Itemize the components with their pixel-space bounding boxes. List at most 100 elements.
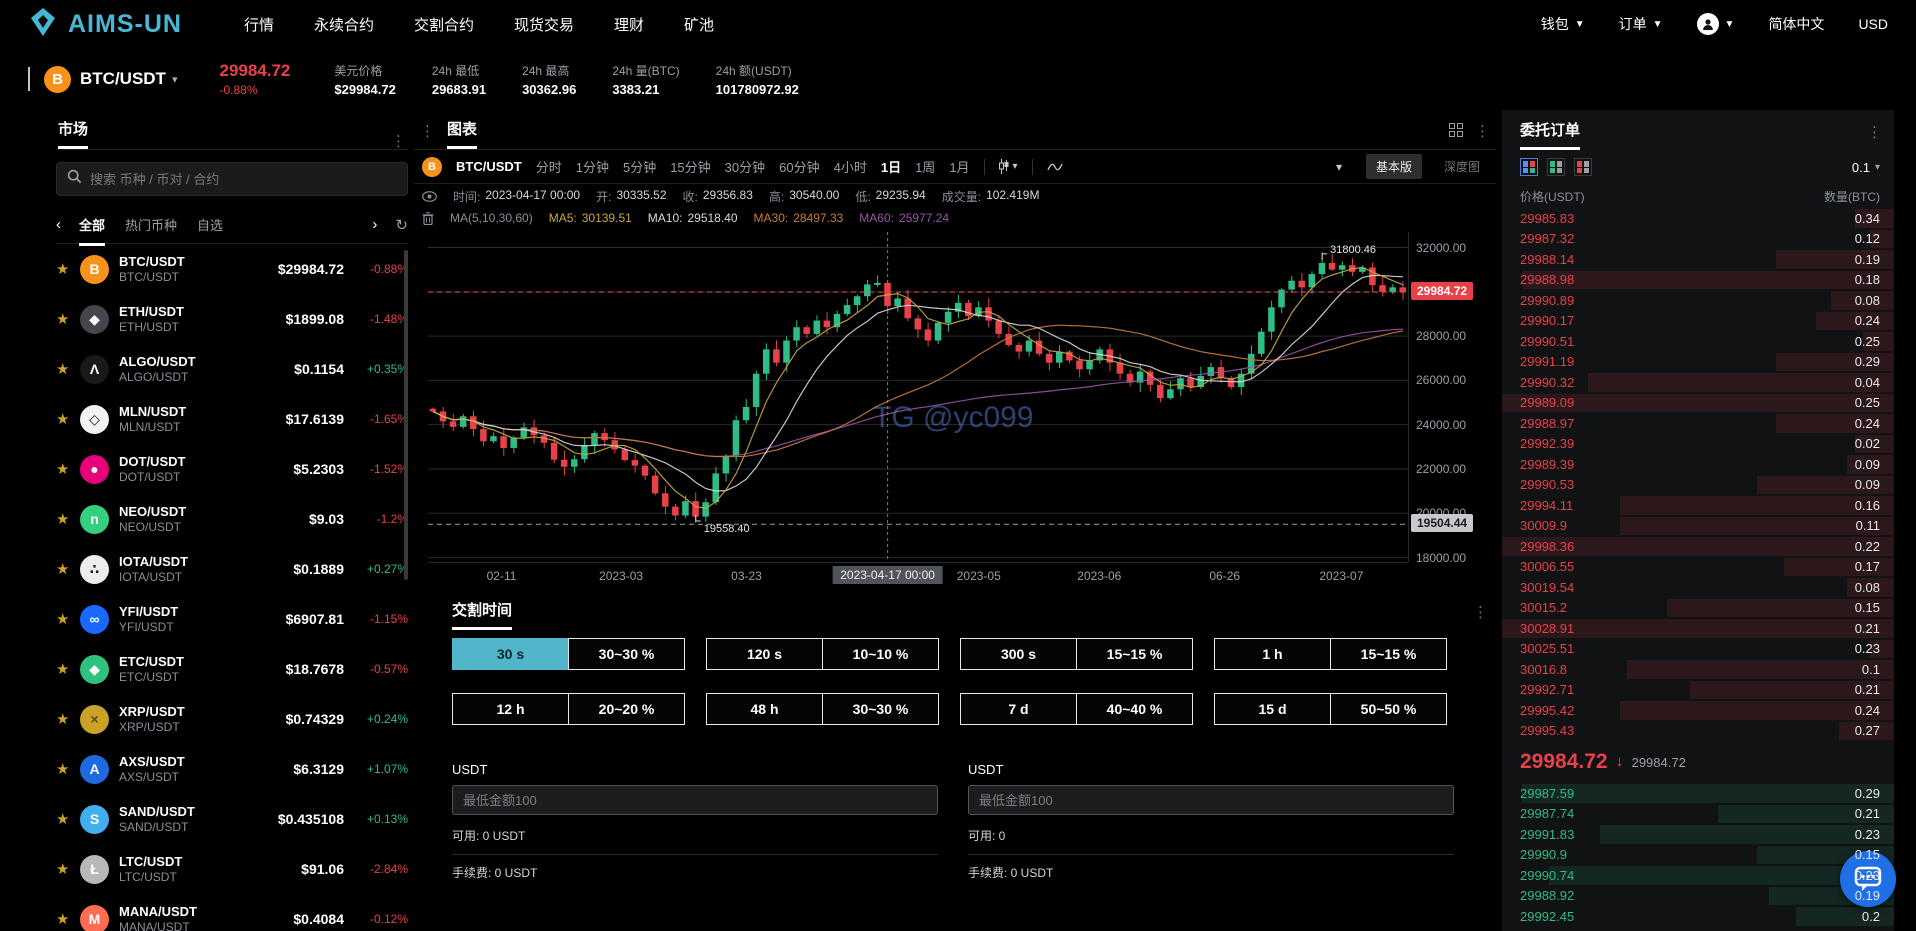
delivery-option[interactable]: 7 d40~40 % <box>960 693 1193 725</box>
orderbook-row[interactable]: 29988.920.19 <box>1502 886 1894 907</box>
chart-menu-icon[interactable]: ⋮ <box>1475 124 1490 149</box>
orderbook-row[interactable]: 29991.190.29 <box>1502 352 1894 373</box>
chart-drag-handle-icon[interactable]: ⋮ <box>420 124 435 149</box>
chart-plot-area[interactable]: TG @yc09931800.4619558.40 32000.0030000.… <box>414 232 1496 562</box>
timeframe-button[interactable]: 1月 <box>949 157 969 176</box>
favorite-star-icon[interactable]: ★ <box>56 260 80 278</box>
sidebar-tab[interactable]: 全部 <box>79 215 105 246</box>
orderbook-row[interactable]: 29987.740.21 <box>1502 804 1894 825</box>
search-input[interactable] <box>90 172 397 187</box>
orderbook-row[interactable]: 30015.20.15 <box>1502 598 1894 619</box>
orderbook-row[interactable]: 29987.320.12 <box>1502 229 1894 250</box>
chart-dropdown-icon[interactable]: ▾ <box>1336 160 1342 174</box>
orderbook-row[interactable]: 29994.110.16 <box>1502 495 1894 516</box>
basic-view-button[interactable]: 基本版 <box>1366 154 1422 179</box>
delivery-option[interactable]: 300 s15~15 % <box>960 638 1193 670</box>
market-row[interactable]: ★∴IOTA/USDTIOTA/USDT$0.1889+0.27% <box>56 544 408 594</box>
book-view-both-icon[interactable] <box>1520 158 1538 176</box>
delivery-pct-button[interactable]: 30~30 % <box>568 638 685 670</box>
amount-input[interactable] <box>979 793 1443 808</box>
nav-item[interactable]: 理财 <box>614 14 644 35</box>
orderbook-row[interactable]: 30025.510.23 <box>1502 639 1894 660</box>
favorite-star-icon[interactable]: ★ <box>56 460 80 478</box>
timeframe-button[interactable]: 1日 <box>881 157 901 176</box>
nav-item[interactable]: 矿池 <box>684 14 714 35</box>
language-selector[interactable]: 简体中文 <box>1768 14 1824 34</box>
market-row[interactable]: ★ΛALGO/USDTALGO/USDT$0.1154+0.35% <box>56 344 408 394</box>
delivery-option[interactable]: 12 h20~20 % <box>452 693 685 725</box>
orderbook-row[interactable]: 29990.90.15 <box>1502 845 1894 866</box>
favorite-star-icon[interactable]: ★ <box>56 860 80 878</box>
delivery-pct-button[interactable]: 15~15 % <box>1330 638 1447 670</box>
layout-grid-icon[interactable] <box>1449 123 1463 149</box>
orderbook-row[interactable]: 29988.980.18 <box>1502 270 1894 291</box>
delivery-pct-button[interactable]: 10~10 % <box>822 638 939 670</box>
orderbook-row[interactable]: 29992.710.21 <box>1502 680 1894 701</box>
orderbook-row[interactable]: 30028.910.21 <box>1502 618 1894 639</box>
market-row[interactable]: ★BBTC/USDTBTC/USDT$29984.72-0.88% <box>56 244 408 294</box>
ticker-pair[interactable]: BTC/USDT <box>80 69 166 89</box>
market-row[interactable]: ★●DOT/USDTDOT/USDT$5.2303-1.52% <box>56 444 408 494</box>
delivery-menu-icon[interactable]: ⋮ <box>1473 605 1488 630</box>
indicator-line-icon[interactable] <box>1047 162 1063 172</box>
delivery-option[interactable]: 15 d50~50 % <box>1214 693 1447 725</box>
wallet-menu[interactable]: 钱包▼ <box>1541 14 1585 34</box>
favorite-star-icon[interactable]: ★ <box>56 560 80 578</box>
delivery-time-button[interactable]: 30 s <box>452 638 568 670</box>
delivery-time-button[interactable]: 120 s <box>706 638 822 670</box>
refresh-icon[interactable]: ↻ <box>395 216 408 234</box>
book-view-bids-icon[interactable] <box>1547 158 1565 176</box>
nav-item[interactable]: 现货交易 <box>514 14 574 35</box>
delivery-option[interactable]: 30 s30~30 % <box>452 638 685 670</box>
delivery-time-button[interactable]: 15 d <box>1214 693 1330 725</box>
market-row[interactable]: ★∞YFI/USDTYFI/USDT$6907.81-1.15% <box>56 594 408 644</box>
candlestick-chart[interactable]: TG @yc09931800.4619558.40 <box>428 232 1408 562</box>
timeframe-button[interactable]: 1周 <box>915 157 935 176</box>
orderbook-row[interactable]: 29987.590.29 <box>1502 783 1894 804</box>
orderbook-row[interactable]: 29995.430.27 <box>1502 721 1894 742</box>
orderbook-row[interactable]: 29990.890.08 <box>1502 290 1894 311</box>
orderbook-row[interactable]: 29990.320.04 <box>1502 372 1894 393</box>
sidebar-menu-icon[interactable]: ⋮ <box>391 134 406 149</box>
timeframe-button[interactable]: 5分钟 <box>623 157 656 176</box>
orderbook-menu-icon[interactable]: ⋮ <box>1867 125 1882 150</box>
price-axis[interactable]: 32000.0030000.0028000.0026000.0024000.00… <box>1408 232 1492 562</box>
sidebar-scrollbar[interactable] <box>404 250 408 580</box>
orderbook-row[interactable]: 29991.830.23 <box>1502 824 1894 845</box>
delivery-pct-button[interactable]: 15~15 % <box>1076 638 1193 670</box>
favorite-star-icon[interactable]: ★ <box>56 660 80 678</box>
orderbook-row[interactable]: 30019.540.08 <box>1502 577 1894 598</box>
logo[interactable]: AIMS-UN <box>28 7 182 42</box>
orderbook-row[interactable]: 29989.090.25 <box>1502 393 1894 414</box>
orderbook-row[interactable]: 29990.170.24 <box>1502 311 1894 332</box>
sidebar-tab[interactable]: 自选 <box>197 215 223 246</box>
market-row[interactable]: ★AAXS/USDTAXS/USDT$6.3129+1.07% <box>56 744 408 794</box>
delivery-pct-button[interactable]: 30~30 % <box>822 693 939 725</box>
orderbook-row[interactable]: 29990.740.23 <box>1502 865 1894 886</box>
favorite-star-icon[interactable]: ★ <box>56 910 80 928</box>
orderbook-row[interactable]: 30006.550.17 <box>1502 557 1894 578</box>
orderbook-row[interactable]: 29998.360.22 <box>1502 536 1894 557</box>
market-row[interactable]: ★◇MLN/USDTMLN/USDT$17.6139-1.65% <box>56 394 408 444</box>
eye-icon[interactable] <box>422 191 437 202</box>
delivery-pct-button[interactable]: 50~50 % <box>1330 693 1447 725</box>
market-row[interactable]: ★ŁLTC/USDTLTC/USDT$91.06-2.84% <box>56 844 408 894</box>
trash-icon[interactable] <box>422 212 434 225</box>
candle-style-selector[interactable]: ▾ <box>999 159 1018 174</box>
amount-input[interactable] <box>463 793 927 808</box>
orderbook-row[interactable]: 29985.830.34 <box>1502 208 1894 229</box>
timeframe-button[interactable]: 分时 <box>536 157 562 176</box>
orderbook-row[interactable]: 29989.390.09 <box>1502 454 1894 475</box>
sidebar-tab[interactable]: 热门币种 <box>125 215 177 246</box>
favorite-star-icon[interactable]: ★ <box>56 760 80 778</box>
delivery-pct-button[interactable]: 20~20 % <box>568 693 685 725</box>
orders-menu[interactable]: 订单▼ <box>1619 14 1663 34</box>
orderbook-row[interactable]: 29990.530.09 <box>1502 475 1894 496</box>
orderbook-row[interactable]: 29995.420.24 <box>1502 700 1894 721</box>
nav-item[interactable]: 行情 <box>244 14 274 35</box>
nav-item[interactable]: 永续合约 <box>314 14 374 35</box>
depth-view-button[interactable]: 深度图 <box>1436 154 1488 179</box>
time-axis[interactable]: 02-112023-0303-232023-052023-0606-262023… <box>428 562 1408 588</box>
delivery-pct-button[interactable]: 40~40 % <box>1076 693 1193 725</box>
delivery-time-button[interactable]: 7 d <box>960 693 1076 725</box>
